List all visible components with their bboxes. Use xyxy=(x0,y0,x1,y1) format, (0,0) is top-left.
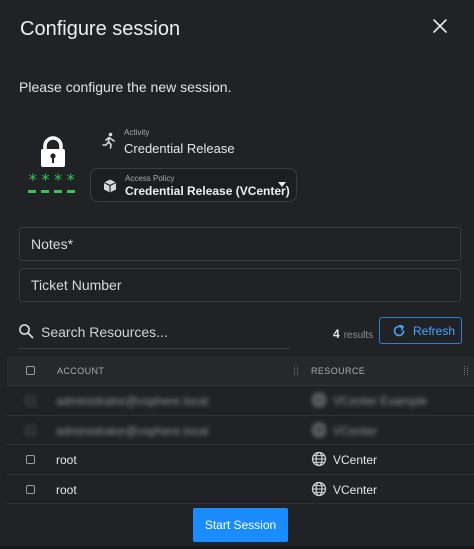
column-resize-handle[interactable] xyxy=(294,366,298,375)
access-policy-value: Credential Release (VCenter) xyxy=(125,184,290,198)
refresh-button[interactable]: Refresh xyxy=(379,317,462,344)
access-policy-label: Access Policy xyxy=(125,174,175,183)
account-cell: administrator@vsphere.local xyxy=(56,423,209,438)
dialog-subtitle: Please configure the new session. xyxy=(19,79,232,95)
resource-name: VCenter xyxy=(333,453,378,467)
activity-label: Activity xyxy=(124,128,150,137)
results-count: 4 results xyxy=(333,325,373,343)
results-word: results xyxy=(343,330,374,341)
refresh-label: Refresh xyxy=(413,324,456,338)
resource-name: VCenter Example xyxy=(333,394,428,408)
row-checkbox[interactable] xyxy=(26,455,35,464)
account-cell: root xyxy=(56,453,77,467)
column-header-account: ACCOUNT xyxy=(57,366,105,376)
globe-icon xyxy=(311,422,327,438)
table-row[interactable]: root VCenter xyxy=(7,445,474,475)
account-cell: administrator@vsphere.local xyxy=(56,394,209,408)
globe-icon xyxy=(311,451,327,467)
start-session-button[interactable]: Start Session xyxy=(193,508,288,542)
masked-password: **** xyxy=(28,170,79,189)
table-row[interactable]: root VCenter xyxy=(7,475,474,504)
column-resize-handle[interactable] xyxy=(464,366,468,375)
row-checkbox[interactable] xyxy=(26,396,35,405)
account-cell: root xyxy=(56,482,77,497)
globe-icon xyxy=(311,392,327,408)
resource-name: VCenter xyxy=(333,423,378,438)
search-resources[interactable] xyxy=(18,316,293,349)
password-underline xyxy=(28,190,78,193)
table-row[interactable]: administrator@vsphere.local VCenter Exam… xyxy=(7,386,474,416)
notes-input[interactable] xyxy=(20,228,460,260)
dialog-header: Configure session xyxy=(0,0,474,62)
close-icon[interactable] xyxy=(430,16,450,36)
dialog-title: Configure session xyxy=(20,18,181,40)
table-header: ACCOUNT RESOURCE xyxy=(7,357,474,386)
column-header-resource: RESOURCE xyxy=(311,366,366,376)
refresh-icon xyxy=(392,324,406,338)
configure-session-dialog: Configure session Please configure the n… xyxy=(0,0,474,549)
ticket-number-input[interactable] xyxy=(20,269,460,301)
activity-value: Credential Release xyxy=(124,141,235,156)
ticket-number-field[interactable] xyxy=(19,268,461,302)
results-number: 4 xyxy=(333,327,340,341)
select-all-checkbox[interactable] xyxy=(26,366,35,375)
chevron-down-icon xyxy=(278,182,286,187)
running-person-icon xyxy=(100,132,118,150)
notes-field[interactable] xyxy=(19,227,461,261)
globe-icon xyxy=(311,481,327,497)
cube-icon xyxy=(102,178,118,194)
row-checkbox[interactable] xyxy=(26,425,35,435)
row-checkbox[interactable] xyxy=(26,484,35,494)
search-icon xyxy=(18,323,34,339)
resources-table: ACCOUNT RESOURCE administrator@vsphere.l… xyxy=(7,357,474,504)
access-policy-select[interactable]: Access Policy Credential Release (VCente… xyxy=(90,168,297,202)
search-input[interactable] xyxy=(39,316,293,348)
table-row[interactable]: administrator@vsphere.local VCenter xyxy=(7,416,474,445)
resource-name: VCenter xyxy=(333,482,378,497)
